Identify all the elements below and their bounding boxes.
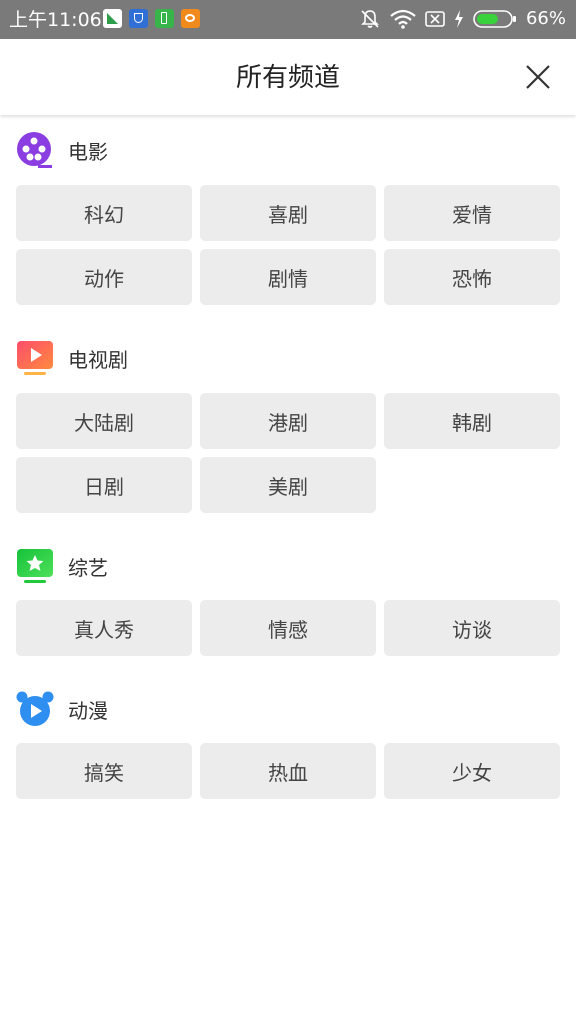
bear-play-icon [16,691,54,726]
tag-tv-mainland[interactable]: 大陆剧 [16,393,192,449]
system-icons: 66% [359,7,566,31]
mute-bell-icon [361,10,379,28]
close-icon[interactable] [524,63,552,91]
tag-anime-funny[interactable]: 搞笑 [16,743,192,799]
tag-anime-shoujo[interactable]: 少女 [384,743,560,799]
security-shield-icon [129,9,148,28]
section-header-movies: 电影 [16,132,108,168]
battery-percent: 66% [525,8,566,29]
section-title-variety: 综艺 [68,555,108,580]
battery-saver-icon [155,9,174,28]
page-title: 所有频道 [235,63,340,93]
tag-movie-romance[interactable]: 爱情 [384,185,560,241]
wifi-icon [390,9,416,29]
tag-tv-korean[interactable]: 韩剧 [384,393,560,449]
section-title-movies: 电影 [68,139,108,164]
status-bar: 上午11:06 66% [0,0,576,39]
variety-star-icon [17,549,53,583]
tag-tv-american[interactable]: 美剧 [200,457,376,513]
tag-movie-comedy[interactable]: 喜剧 [200,185,376,241]
section-header-variety: 综艺 [16,548,108,584]
tag-movie-action[interactable]: 动作 [16,249,192,305]
tag-variety-reality[interactable]: 真人秀 [16,600,192,656]
no-sim-icon [425,11,445,27]
tag-tv-hongkong[interactable]: 港剧 [200,393,376,449]
channels-header: 所有频道 [0,39,576,115]
status-time: 上午11:06 [9,9,102,31]
tv-play-icon [17,341,53,375]
tag-anime-action[interactable]: 热血 [200,743,376,799]
battery-icon [473,10,516,28]
tag-movie-scifi[interactable]: 科幻 [16,185,192,241]
notification-icons [103,9,200,28]
tag-movie-drama[interactable]: 剧情 [200,249,376,305]
tag-variety-emotion[interactable]: 情感 [200,600,376,656]
section-header-anime: 动漫 [16,691,108,727]
film-reel-icon [17,132,52,168]
tag-variety-talk[interactable]: 访谈 [384,600,560,656]
uc-browser-icon [181,9,200,28]
section-title-tv: 电视剧 [68,347,128,372]
charging-bolt-icon [454,10,463,28]
tag-movie-horror[interactable]: 恐怖 [384,249,560,305]
tag-tv-japanese[interactable]: 日剧 [16,457,192,513]
section-header-tv: 电视剧 [16,340,128,376]
section-title-anime: 动漫 [68,698,108,723]
app-notification-icon [103,9,122,28]
